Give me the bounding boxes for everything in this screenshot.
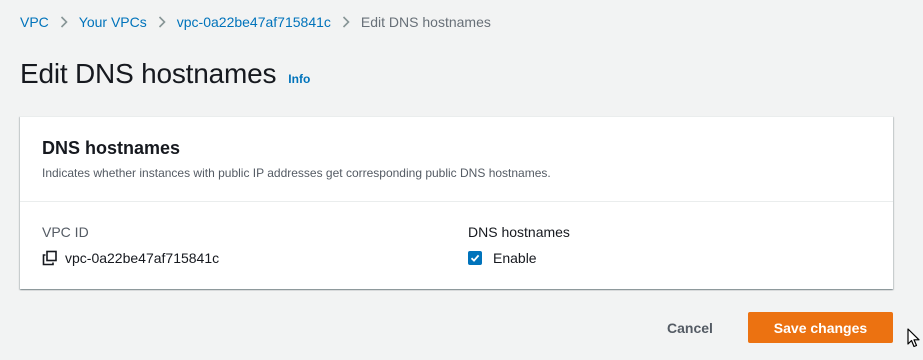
- vpc-id-label: VPC ID: [42, 224, 89, 240]
- info-link[interactable]: Info: [288, 72, 310, 86]
- chevron-right-icon: [49, 12, 79, 32]
- panel-description: Indicates whether instances with public …: [42, 166, 551, 180]
- enable-row: Enable: [468, 248, 570, 268]
- breadcrumb: VPC Your VPCs vpc-0a22be47af715841c Edit…: [20, 12, 491, 32]
- breadcrumb-vpc[interactable]: VPC: [20, 12, 49, 32]
- chevron-right-icon: [147, 12, 177, 32]
- panel-header: DNS hostnames Indicates whether instance…: [20, 117, 893, 202]
- panel-title: DNS hostnames: [42, 138, 181, 158]
- vpc-id-field: VPC ID vpc-0a22be47af715841c: [42, 222, 219, 268]
- vpc-id-value: vpc-0a22be47af715841c: [65, 250, 220, 266]
- save-changes-button[interactable]: Save changes: [748, 312, 893, 343]
- enable-label[interactable]: Enable: [493, 248, 537, 268]
- breadcrumb-your-vpcs[interactable]: Your VPCs: [79, 12, 147, 32]
- dns-hostnames-panel: DNS hostnames Indicates whether instance…: [20, 116, 893, 289]
- dns-hostnames-field: DNS hostnames Enable: [468, 222, 570, 268]
- vpc-id-value-row: vpc-0a22be47af715841c: [42, 248, 219, 268]
- cancel-button[interactable]: Cancel: [648, 312, 732, 344]
- page-title: Edit DNS hostnames: [20, 58, 277, 89]
- mouse-pointer-icon: [907, 328, 921, 348]
- page-header: Edit DNS hostnames Info: [20, 58, 310, 90]
- checkmark-icon: [470, 254, 480, 262]
- breadcrumb-vpc-id[interactable]: vpc-0a22be47af715841c: [177, 12, 331, 32]
- panel-body: VPC ID vpc-0a22be47af715841c DNS hostnam…: [20, 202, 893, 289]
- enable-checkbox[interactable]: [468, 251, 482, 265]
- dns-hostnames-label: DNS hostnames: [468, 224, 570, 240]
- chevron-right-icon: [331, 12, 361, 32]
- copy-icon[interactable]: [42, 250, 58, 266]
- breadcrumb-current: Edit DNS hostnames: [360, 14, 491, 30]
